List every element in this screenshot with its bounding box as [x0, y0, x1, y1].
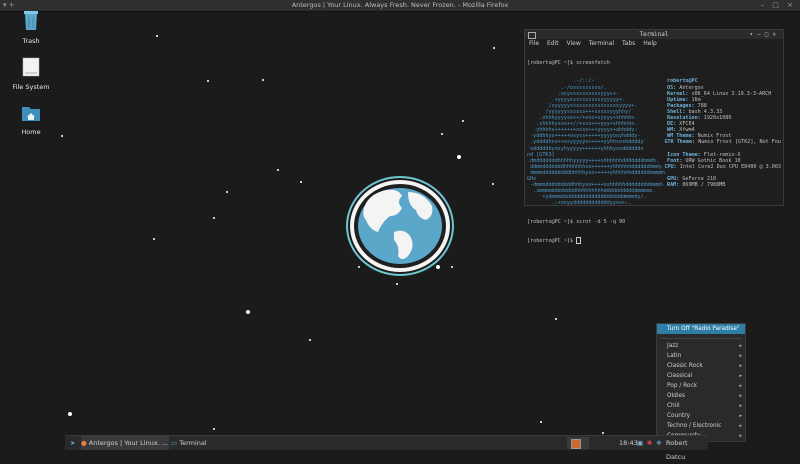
desktop-icon-label: Trash — [22, 37, 40, 45]
clock[interactable]: 18:43 — [619, 436, 638, 450]
firefox-icon: ● — [81, 439, 87, 447]
drive-icon — [22, 57, 40, 77]
terminal-output[interactable]: [roberto@PC ~]$ screenfetch `.-/::/-`` ro… — [525, 48, 783, 256]
menu-separator — [660, 338, 742, 339]
workspace-switcher[interactable] — [567, 437, 589, 449]
menu-item-genre[interactable]: Country ▸ — [657, 411, 745, 421]
radio-tray-icon[interactable]: ✱ — [647, 436, 652, 450]
submenu-arrow-icon: ▸ — [739, 403, 742, 409]
firefox-titlebar[interactable]: ▾ + Antergos | Your Linux. Always Fresh.… — [0, 0, 800, 12]
terminal-line: [roberto@PC ~]$ screenfetch — [527, 60, 610, 67]
menu-terminal[interactable]: Terminal — [589, 40, 614, 47]
menu-edit[interactable]: Edit — [547, 40, 559, 47]
network-icon[interactable]: ▣ — [637, 436, 643, 450]
genre-list: Jazz ▸ Latin ▸ Classic Rock ▸ Classical ▸ Pop / … — [657, 341, 745, 441]
task-terminal[interactable]: ▭ Terminal — [171, 436, 291, 450]
menu-tabs[interactable]: Tabs — [622, 40, 635, 47]
terminal-window[interactable]: Terminal ▾–□× File Edit View Terminal Ta… — [524, 29, 784, 244]
submenu-arrow-icon: ▸ — [739, 393, 742, 399]
taskbar: ➤ ● Antergos | Your Linux. ... ▭ Termina… — [65, 435, 708, 461]
desktop-icon-trash[interactable]: Trash — [6, 9, 56, 45]
terminal-menubar: File Edit View Terminal Tabs Help — [525, 39, 783, 48]
task-label: Antergos | Your Linux. ... — [88, 439, 169, 447]
menu-help[interactable]: Help — [643, 40, 657, 47]
menu-item-genre[interactable]: Classic Rock ▸ — [657, 361, 745, 371]
submenu-arrow-icon: ▸ — [739, 413, 742, 419]
terminal-title: Terminal — [639, 31, 669, 38]
user-name[interactable]: Robert Datcu — [666, 436, 708, 461]
submenu-arrow-icon: ▸ — [739, 363, 742, 369]
submenu-arrow-icon: ▸ — [739, 353, 742, 359]
ascii-art-line: `.:+ooyyddddddddddddyyso+:. — [527, 200, 632, 207]
app-menu-icon[interactable]: ➤ — [70, 436, 75, 450]
terminal-icon — [528, 32, 536, 39]
terminal-titlebar[interactable]: Terminal ▾–□× — [525, 30, 783, 39]
terminal-line: [roberto@PC ~]$ — [527, 236, 781, 244]
submenu-arrow-icon: ▸ — [739, 383, 742, 389]
task-label: Terminal — [179, 439, 207, 447]
menu-item-genre[interactable]: Oldies ▸ — [657, 391, 745, 401]
trash-icon — [24, 11, 38, 30]
task-firefox[interactable]: ● Antergos | Your Linux. ... — [81, 436, 169, 450]
desktop-icon-file-system[interactable]: File System — [6, 57, 56, 91]
submenu-arrow-icon: ▸ — [739, 423, 742, 429]
menu-item-genre[interactable]: Jazz ▸ — [657, 341, 745, 351]
radio-context-menu[interactable]: Turn Off "Radio Paradise" Jazz ▸ Latin ▸ Cla… — [656, 323, 746, 442]
antergos-logo — [346, 176, 454, 276]
terminal-window-controls[interactable]: ▾–□× — [750, 30, 780, 39]
desktop-icon-label: File System — [12, 83, 50, 91]
menu-file[interactable]: File — [529, 40, 539, 47]
window-controls[interactable]: – □ × — [761, 0, 796, 11]
system-info-line: RAM: 869MB / 7988MB — [667, 182, 726, 189]
screenfetch-output: `.-/::/-`` roberto@PC .-/osssssssso/. OS: … — [527, 78, 781, 206]
home-folder-icon — [22, 107, 40, 121]
submenu-arrow-icon: ▸ — [739, 433, 742, 439]
bluetooth-icon[interactable]: ❖ — [656, 436, 662, 450]
menu-item-genre[interactable]: Chill ▸ — [657, 401, 745, 411]
terminal-icon: ▭ — [171, 439, 178, 447]
system-info-line: CPU: Intel Core2 Duo CPU E8400 @ 3.003 — [664, 163, 781, 170]
menu-item-genre[interactable]: Techno / Electronic ▸ — [657, 421, 745, 431]
window-title: Antergos | Your Linux. Always Fresh. Nev… — [291, 1, 509, 9]
desktop-icon-label: Home — [21, 128, 41, 136]
menu-view[interactable]: View — [567, 40, 581, 47]
menu-item-turn-off[interactable]: Turn Off "Radio Paradise" — [657, 324, 745, 334]
menu-item-genre[interactable]: Pop / Rock ▸ — [657, 381, 745, 391]
screenfetch-row: `.:+ooyyddddddddddddyyso+:. — [527, 200, 781, 206]
menu-item-genre[interactable]: Classical ▸ — [657, 371, 745, 381]
submenu-arrow-icon: ▸ — [739, 343, 742, 349]
terminal-line: [roberto@PC ~]$ scrot -d 5 -q 90 — [527, 218, 626, 225]
system-info-line: GTK Theme: Numix Frost [GTK2], Not Fou — [664, 139, 781, 146]
terminal-cursor — [576, 236, 582, 244]
submenu-arrow-icon: ▸ — [739, 373, 742, 379]
desktop-icon-home[interactable]: Home — [6, 104, 56, 136]
menu-item-genre[interactable]: Latin ▸ — [657, 351, 745, 361]
